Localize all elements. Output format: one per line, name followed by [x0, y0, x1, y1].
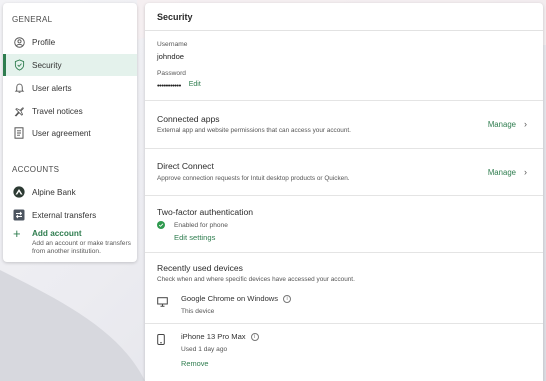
- edit-settings-link[interactable]: Edit settings: [174, 233, 215, 242]
- bank-logo-icon: [13, 186, 25, 198]
- sidebar-item-label: Security: [32, 60, 62, 70]
- security-panel: Security Username johndoe Password •••••…: [145, 3, 543, 381]
- direct-connect-title: Direct Connect: [157, 161, 214, 171]
- two-factor-status: Enabled for phone: [157, 221, 228, 229]
- settings-sidebar: GENERAL Profile Security User alerts Tra…: [3, 3, 137, 262]
- divider: [145, 195, 543, 196]
- bell-icon: [13, 82, 25, 94]
- sidebar-item-alpine-bank[interactable]: Alpine Bank: [3, 182, 137, 202]
- check-circle-icon: [157, 221, 165, 229]
- sidebar-item-label: External transfers: [32, 210, 97, 220]
- add-account-button[interactable]: + Add account Add an account or make tra…: [13, 226, 132, 256]
- sidebar-item-label: Travel notices: [32, 106, 83, 116]
- recent-devices-description: Check when and where specific devices ha…: [157, 276, 355, 283]
- username-value: johndoe: [157, 52, 185, 61]
- manage-label: Manage: [487, 119, 516, 129]
- sidebar-item-profile[interactable]: Profile: [3, 31, 137, 53]
- sidebar-item-label: Profile: [32, 37, 56, 47]
- airplane-icon: [13, 105, 25, 117]
- connected-apps-manage-button[interactable]: Manage ›: [488, 119, 527, 129]
- info-icon[interactable]: i: [250, 332, 259, 341]
- phone-icon: [157, 332, 169, 368]
- chevron-right-icon: ›: [524, 167, 527, 177]
- direct-connect-description: Approve connection requests for Intuit d…: [157, 175, 350, 182]
- general-heading: GENERAL: [12, 15, 53, 24]
- user-circle-icon: [13, 36, 25, 48]
- page-title: Security: [145, 3, 543, 31]
- direct-connect-manage-button[interactable]: Manage ›: [488, 167, 527, 177]
- sidebar-item-external-transfers[interactable]: External transfers: [3, 205, 137, 225]
- sidebar-item-travel-notices[interactable]: Travel notices: [3, 100, 137, 122]
- edit-password-link[interactable]: Edit: [189, 81, 201, 90]
- device-name: Google Chrome on Windows: [181, 294, 279, 303]
- desktop-icon: [157, 294, 169, 315]
- divider: [145, 323, 543, 324]
- document-icon: [13, 127, 25, 139]
- two-factor-title: Two-factor authentication: [157, 207, 254, 217]
- accounts-heading: ACCOUNTS: [12, 165, 60, 174]
- device-meta: Used 1 day ago: [181, 346, 228, 353]
- plus-icon: +: [13, 226, 21, 241]
- remove-device-link[interactable]: Remove: [181, 359, 259, 368]
- device-meta: This device: [181, 308, 215, 315]
- manage-label: Manage: [487, 167, 516, 177]
- device-item: Google Chrome on Windows i This device: [157, 294, 292, 315]
- sidebar-item-label: User alerts: [32, 83, 72, 93]
- divider: [145, 252, 543, 253]
- username-label: Username: [157, 41, 188, 48]
- two-factor-status-text: Enabled for phone: [174, 221, 228, 229]
- add-account-description: Add an account or make transfers from an…: [32, 240, 131, 255]
- password-label: Password: [157, 70, 186, 77]
- sidebar-item-security[interactable]: Security: [3, 54, 137, 76]
- password-value: •••••••••••: [157, 81, 181, 90]
- sidebar-item-user-alerts[interactable]: User alerts: [3, 77, 137, 99]
- shield-check-icon: [13, 59, 25, 71]
- chevron-right-icon: ›: [524, 119, 527, 129]
- sidebar-item-label: User agreement: [32, 128, 91, 138]
- sidebar-item-user-agreement[interactable]: User agreement: [3, 122, 137, 144]
- connected-apps-title: Connected apps: [157, 114, 220, 124]
- info-icon[interactable]: i: [283, 294, 292, 303]
- device-item: iPhone 13 Pro Max i Used 1 day ago Remov…: [157, 332, 259, 368]
- device-name: iPhone 13 Pro Max: [181, 332, 246, 341]
- sidebar-item-label: Alpine Bank: [32, 187, 76, 197]
- connected-apps-description: External app and website permissions tha…: [157, 127, 351, 134]
- recent-devices-title: Recently used devices: [157, 263, 243, 273]
- divider: [145, 100, 543, 101]
- password-row: ••••••••••• Edit: [157, 81, 201, 90]
- add-account-label: Add account: [32, 229, 82, 238]
- divider: [145, 148, 543, 149]
- transfer-icon: [13, 209, 25, 221]
